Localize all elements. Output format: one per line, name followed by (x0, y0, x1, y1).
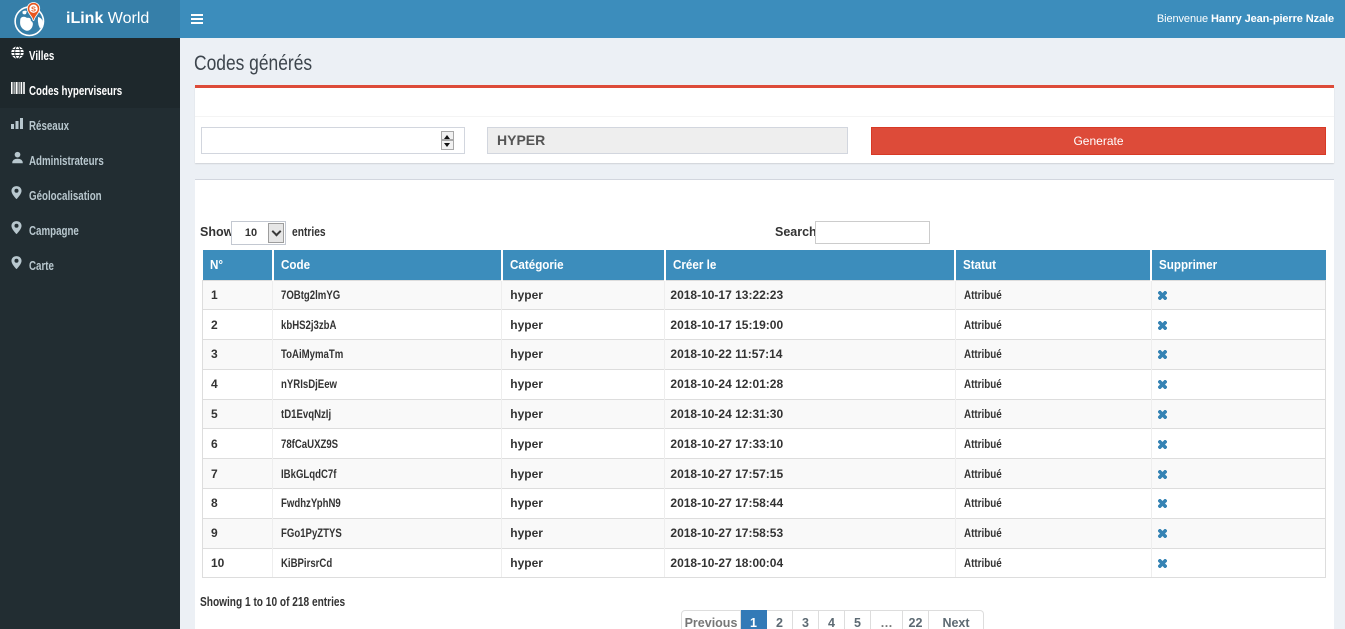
svg-text:S: S (31, 5, 36, 14)
